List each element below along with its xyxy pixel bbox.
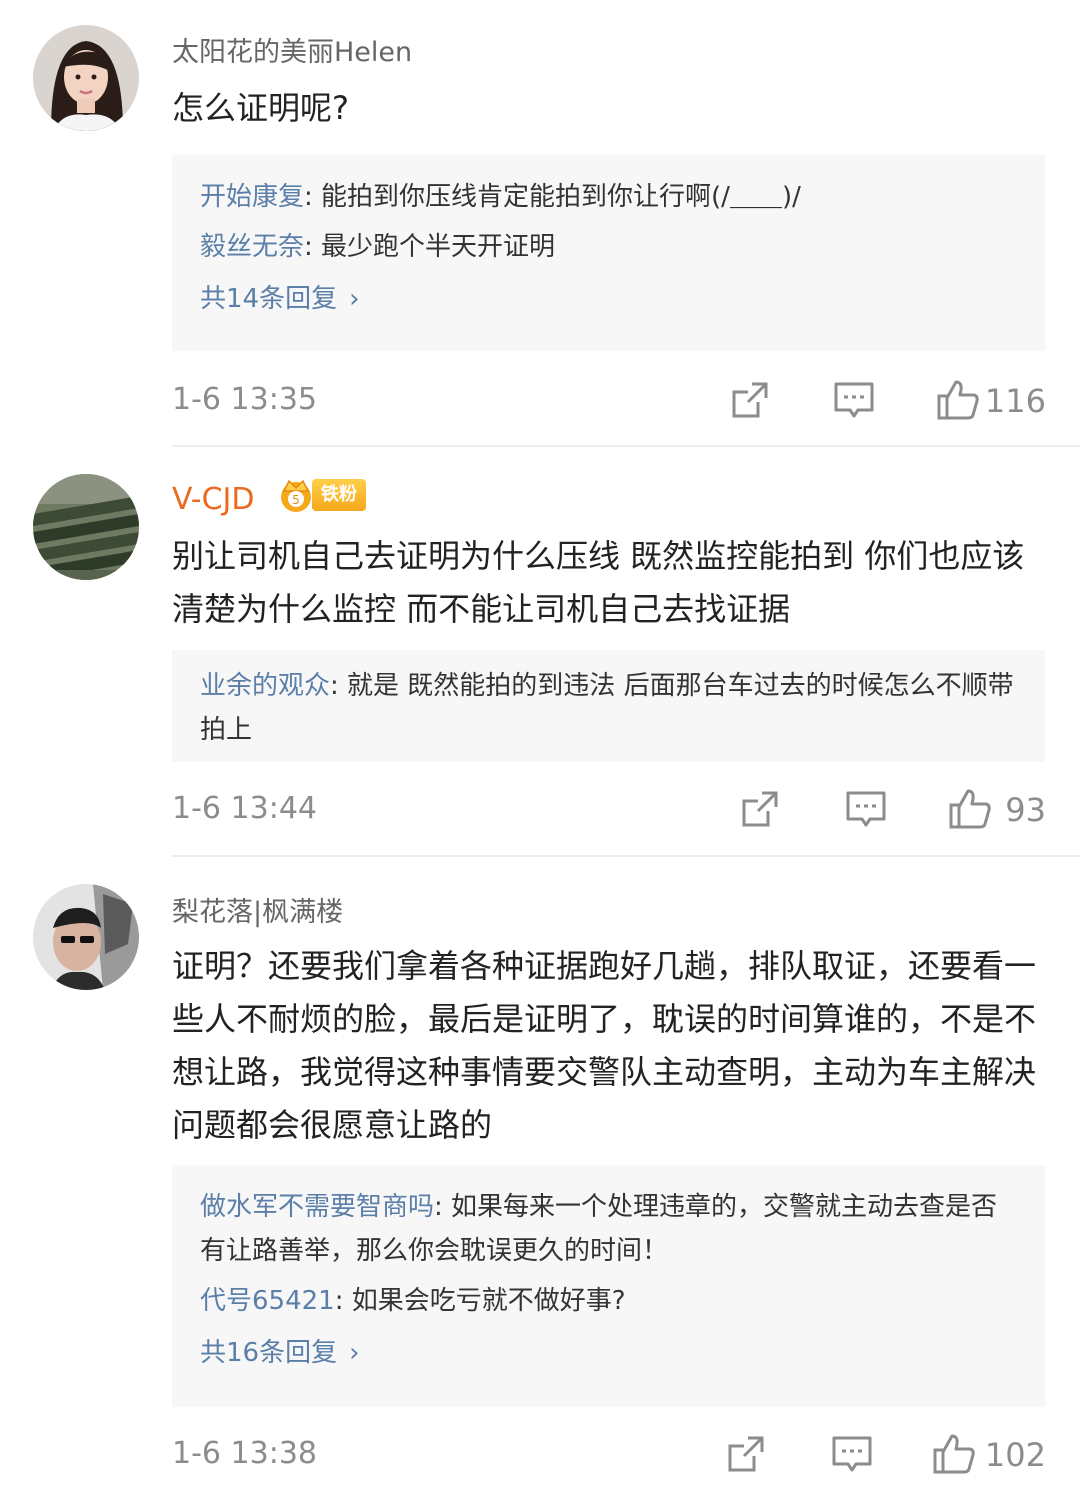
username[interactable]: 梨花落|枫满楼 [172, 890, 343, 929]
thumbs-up-icon[interactable] [932, 1432, 976, 1476]
fan-badge[interactable]: 5 铁粉 [276, 476, 366, 514]
timestamp: 1-6 13:35 [172, 382, 317, 417]
comment-text: 别让司机自己去证明为什么压线 既然监控能拍到 你们也应该清楚为什么监控 而不能让… [172, 537, 1025, 628]
divider [172, 855, 1080, 857]
comment-icon[interactable] [832, 378, 876, 422]
thumbs-up-icon[interactable] [936, 378, 980, 422]
reply-text: : 最少跑个半天开证明 [304, 232, 556, 262]
more-replies-label: 共16条回复 [200, 1338, 338, 1368]
comment-meta: 1-6 13:44 93 [172, 787, 1046, 837]
reply-box[interactable]: 开始康复: 能拍到你压线肯定能拍到你让行啊(/＿＿)/ 毅丝无奈: 最少跑个半天… [172, 155, 1045, 351]
comment-text: 怎么证明呢? [172, 89, 349, 127]
chevron-right-icon: › [349, 284, 360, 314]
reply-box[interactable]: 做水军不需要智商吗: 如果每来一个处理违章的，交警就主动去查是否有让路善举，那么… [172, 1165, 1045, 1407]
like-count: 116 [984, 382, 1046, 420]
like-count: 102 [984, 1436, 1046, 1474]
avatar[interactable] [33, 884, 139, 990]
comment-meta: 1-6 13:35 116 [172, 378, 1046, 428]
share-icon[interactable] [724, 1432, 768, 1476]
comment-meta: 1-6 13:38 102 [172, 1432, 1046, 1482]
username[interactable]: V-CJD [172, 482, 255, 517]
thumbs-up-icon[interactable] [948, 787, 992, 831]
reply-username[interactable]: 代号65421 [200, 1286, 335, 1316]
badge-label: 铁粉 [312, 479, 366, 511]
chevron-right-icon: › [349, 1338, 360, 1368]
reply-item[interactable]: 做水军不需要智商吗: 如果每来一个处理违章的，交警就主动去查是否有让路善举，那么… [200, 1185, 1017, 1273]
avatar[interactable] [33, 25, 139, 131]
reply-username[interactable]: 业余的观众 [200, 671, 330, 701]
reply-item[interactable]: 代号65421: 如果会吃亏就不做好事? [200, 1279, 1017, 1323]
reply-text: : 如果会吃亏就不做好事? [334, 1286, 626, 1316]
comment-text: 证明？还要我们拿着各种证据跑好几趟，排队取证，还要看一些人不耐烦的脸，最后是证明… [172, 947, 1037, 1144]
timestamp: 1-6 13:38 [172, 1436, 317, 1471]
svg-text:5: 5 [292, 493, 300, 507]
username[interactable]: 太阳花的美丽Helen [172, 30, 412, 69]
like-count: 93 [1005, 791, 1046, 829]
more-replies-link[interactable]: 共14条回复 › [200, 277, 1017, 321]
reply-item[interactable]: 业余的观众: 就是 既然能拍的到违法 后面那台车过去的时候怎么不顺带拍上 [200, 664, 1017, 752]
comment-icon[interactable] [844, 787, 888, 831]
reply-username[interactable]: 毅丝无奈 [200, 232, 304, 262]
reply-box[interactable]: 业余的观众: 就是 既然能拍的到违法 后面那台车过去的时候怎么不顺带拍上 [172, 650, 1045, 762]
reply-text: : 能拍到你压线肯定能拍到你让行啊(/＿＿)/ [304, 182, 801, 212]
share-icon[interactable] [738, 787, 782, 831]
share-icon[interactable] [728, 378, 772, 422]
reply-item[interactable]: 毅丝无奈: 最少跑个半天开证明 [200, 225, 1017, 269]
more-replies-label: 共14条回复 [200, 284, 338, 314]
timestamp: 1-6 13:44 [172, 791, 317, 826]
comment-icon[interactable] [830, 1432, 874, 1476]
reply-username[interactable]: 做水军不需要智商吗 [200, 1192, 434, 1222]
reply-item[interactable]: 开始康复: 能拍到你压线肯定能拍到你让行啊(/＿＿)/ [200, 175, 1017, 219]
avatar[interactable] [33, 474, 139, 580]
crown-icon: 5 [281, 479, 311, 512]
reply-username[interactable]: 开始康复 [200, 182, 304, 212]
divider [172, 445, 1080, 447]
more-replies-link[interactable]: 共16条回复 › [200, 1331, 1017, 1375]
